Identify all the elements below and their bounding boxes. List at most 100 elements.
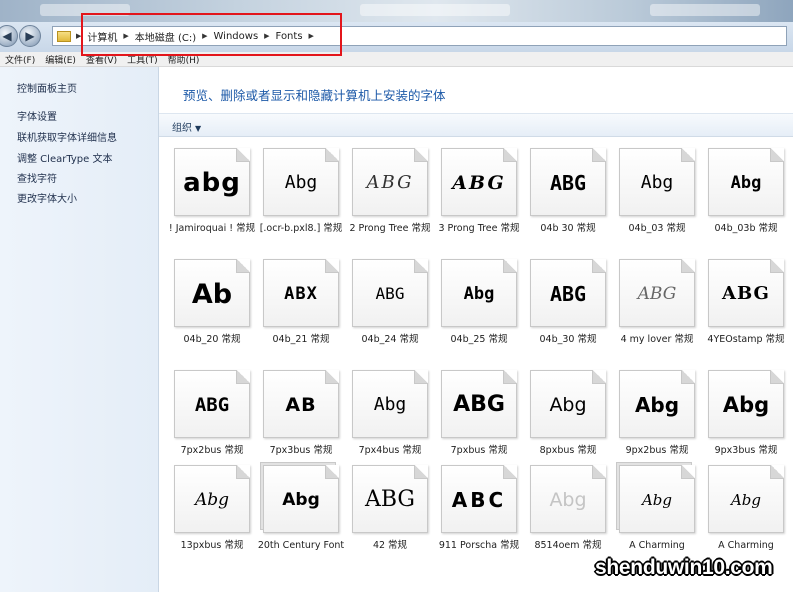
window-top-strip: [0, 0, 793, 22]
font-item[interactable]: ABG 7pxbus 常规: [439, 370, 519, 474]
menu-bar: 文件(F) 编辑(E) 查看(V) 工具(T) 帮助(H): [0, 52, 793, 67]
organize-button[interactable]: 组织 ▼: [172, 119, 201, 134]
font-sample: ABX: [284, 283, 318, 304]
font-file-icon: Abg: [263, 465, 339, 533]
menu-edit[interactable]: 编辑(E): [40, 53, 81, 66]
font-item[interactable]: Abg 9px2bus 常规: [617, 370, 697, 474]
font-sample: ABG: [452, 171, 506, 194]
font-item[interactable]: AB 7px3bus 常规: [261, 370, 341, 474]
font-file-icon: ABG: [530, 148, 606, 216]
font-file-icon: Abg: [708, 465, 784, 533]
sidebar-link-online-font-info[interactable]: 联机获取字体详细信息: [17, 129, 117, 144]
sidebar: 控制面板主页 字体设置 联机获取字体详细信息 调整 ClearType 文本 查…: [0, 67, 159, 592]
font-item[interactable]: Abg 20th Century Font: [258, 465, 344, 569]
watermark: shenduwin10.com: [595, 556, 773, 579]
font-sample: ABG: [549, 171, 587, 195]
font-file-icon: Abg: [174, 465, 250, 533]
font-file-icon: AB: [263, 370, 339, 438]
font-file-icon: ABG: [708, 259, 784, 327]
font-item[interactable]: ABC 911 Porscha 常规: [439, 465, 519, 569]
font-sample: Abg: [373, 394, 407, 415]
font-item[interactable]: ABG 7px2bus 常规: [172, 370, 252, 474]
breadcrumb-local-disk[interactable]: 本地磁盘 (C:): [131, 29, 200, 44]
font-file-icon: Abg: [708, 148, 784, 216]
sidebar-link-control-panel-home[interactable]: 控制面板主页: [17, 80, 77, 95]
font-name: 04b_03b 常规: [714, 223, 778, 234]
breadcrumb-windows[interactable]: Windows: [210, 31, 263, 42]
font-item[interactable]: Abg A Charming: [617, 465, 697, 569]
font-sample: ABG: [722, 283, 770, 304]
font-name: 3 Prong Tree 常规: [438, 223, 520, 234]
font-file-icon: Abg: [530, 370, 606, 438]
font-name: 13pxbus 常规: [180, 540, 244, 551]
breadcrumb-computer[interactable]: 计算机: [83, 29, 121, 44]
font-sample: Abg: [634, 393, 680, 417]
font-sample: ABG: [453, 392, 505, 417]
font-item[interactable]: ABX 04b_21 常规: [261, 259, 341, 363]
font-item[interactable]: Abg [.ocr-b.pxl8.] 常规: [260, 148, 342, 252]
font-sample: Abg: [284, 172, 318, 193]
font-file-icon: ABX: [263, 259, 339, 327]
font-sample: ABC: [451, 488, 507, 512]
font-sample: ABG: [549, 282, 587, 306]
breadcrumb-chevron-icon[interactable]: ▶: [307, 32, 316, 40]
font-sample: Abg: [730, 490, 762, 509]
menu-view[interactable]: 查看(V): [81, 53, 122, 66]
font-name: 04b 30 常规: [540, 223, 596, 234]
sidebar-link-change-font-size[interactable]: 更改字体大小: [17, 190, 77, 205]
blurred-tab: [360, 4, 510, 16]
menu-help[interactable]: 帮助(H): [163, 53, 205, 66]
font-name: 9px3bus 常规: [714, 445, 778, 456]
breadcrumb-chevron-icon[interactable]: ▶: [200, 32, 209, 40]
font-file-icon: ABG: [352, 465, 428, 533]
breadcrumb-chevron-icon[interactable]: ▶: [262, 32, 271, 40]
font-item[interactable]: Ab 04b_20 常规: [172, 259, 252, 363]
font-item[interactable]: Abg 7px4bus 常规: [350, 370, 430, 474]
font-item[interactable]: ABG 04b_24 常规: [350, 259, 430, 363]
font-item[interactable]: Abg 8pxbus 常规: [528, 370, 608, 474]
blurred-tab: [650, 4, 760, 16]
sidebar-link-cleartype[interactable]: 调整 ClearType 文本: [17, 150, 112, 165]
font-item[interactable]: Abg 8514oem 常规: [528, 465, 608, 569]
font-item[interactable]: Abg 9px3bus 常规: [706, 370, 786, 474]
sidebar-link-font-settings[interactable]: 字体设置: [17, 108, 57, 123]
font-item[interactable]: Abg 04b_03 常规: [617, 148, 697, 252]
font-item[interactable]: ABG 4 my lover 常规: [617, 259, 697, 363]
font-item[interactable]: ABG 2 Prong Tree 常规: [349, 148, 431, 252]
address-bar[interactable]: ▶ 计算机 ▶ 本地磁盘 (C:) ▶ Windows ▶ Fonts ▶: [52, 26, 787, 46]
font-item[interactable]: abg ! Jamiroquai ! 常规: [169, 148, 255, 252]
breadcrumb-chevron-icon[interactable]: ▶: [121, 32, 130, 40]
font-sample: ABG: [364, 487, 416, 512]
font-sample: AB: [285, 393, 317, 416]
chevron-down-icon: ▼: [195, 124, 202, 133]
sidebar-link-find-character[interactable]: 查找字符: [17, 170, 57, 185]
breadcrumb-fonts[interactable]: Fonts: [272, 31, 307, 42]
font-item[interactable]: ABG 04b 30 常规: [528, 148, 608, 252]
menu-file[interactable]: 文件(F): [0, 53, 40, 66]
forward-button[interactable]: ▶: [19, 25, 41, 47]
font-name: 7px4bus 常规: [358, 445, 422, 456]
font-name: 7pxbus 常规: [450, 445, 508, 456]
font-item[interactable]: Abg 04b_03b 常规: [706, 148, 786, 252]
blurred-tab: [40, 4, 130, 16]
font-sample: Ab: [191, 278, 233, 310]
font-name: ! Jamiroquai ! 常规: [168, 223, 256, 234]
font-name: 04b_03 常规: [628, 223, 686, 234]
font-file-icon: Abg: [263, 148, 339, 216]
folder-icon: [57, 30, 71, 42]
font-item[interactable]: Abg A Charming: [706, 465, 786, 569]
font-name: 2 Prong Tree 常规: [349, 223, 431, 234]
font-sample: Abg: [640, 172, 674, 193]
breadcrumb-chevron-icon[interactable]: ▶: [74, 32, 83, 40]
font-sample: Abg: [722, 392, 770, 417]
back-button[interactable]: ◀: [0, 25, 18, 47]
font-item[interactable]: Abg 13pxbus 常规: [172, 465, 252, 569]
font-item[interactable]: Abg 04b_25 常规: [439, 259, 519, 363]
font-item[interactable]: ABG 3 Prong Tree 常规: [438, 148, 520, 252]
font-item[interactable]: ABG 4YEOstamp 常规: [706, 259, 786, 363]
font-file-icon: ABG: [441, 370, 517, 438]
menu-tools[interactable]: 工具(T): [122, 53, 163, 66]
font-file-icon: Abg: [352, 370, 428, 438]
font-item[interactable]: ABG 04b_30 常规: [528, 259, 608, 363]
font-item[interactable]: ABG 42 常规: [350, 465, 430, 569]
